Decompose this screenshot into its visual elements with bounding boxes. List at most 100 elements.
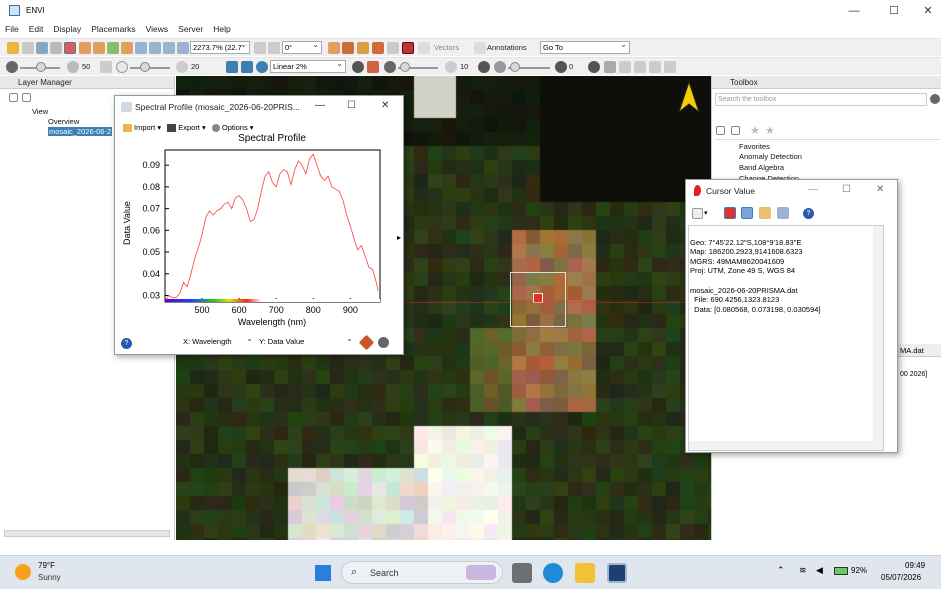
pencil-icon[interactable]: [358, 334, 375, 351]
transparency-slider-knob[interactable]: [510, 62, 520, 72]
zoom-fixed-icon[interactable]: [163, 42, 175, 54]
zoom-combo[interactable]: 2273.7% (22.7: [190, 41, 250, 54]
swipe-icon[interactable]: [634, 61, 646, 73]
toolbox-expand-icon[interactable]: [716, 126, 725, 135]
weather-temp[interactable]: 79°F: [38, 561, 55, 570]
vector-tool-icon[interactable]: [418, 42, 430, 54]
tree-view[interactable]: View: [32, 107, 48, 116]
layer-scrollbar[interactable]: [4, 530, 170, 537]
speaker-icon[interactable]: ◀: [816, 565, 823, 576]
brightness-reset-icon[interactable]: [67, 61, 79, 73]
copy-dropdown-arrow-icon[interactable]: ▾: [704, 209, 708, 217]
portal-icon[interactable]: [664, 61, 676, 73]
favorite-star-add-icon[interactable]: ★: [765, 124, 775, 137]
options-menu[interactable]: Options ▾: [211, 123, 254, 133]
blend-icon[interactable]: [649, 61, 661, 73]
envi-taskbar-icon[interactable]: [607, 563, 627, 583]
toolbox-item-favorites[interactable]: Favorites: [739, 142, 770, 151]
favorite-star-icon[interactable]: ★: [750, 124, 760, 137]
layers-icon[interactable]: [777, 207, 789, 219]
vectors-dropdown[interactable]: Vectors: [434, 43, 459, 52]
cursor-value-text-area[interactable]: Geo: 7°45'22.12"S,108°9'18.83"E Map: 1862…: [688, 225, 884, 451]
sharpen-slider-knob[interactable]: [400, 62, 410, 72]
tree-mosaic-layer[interactable]: mosaic_2026-06-2: [48, 127, 113, 136]
histogram-icon[interactable]: [367, 61, 379, 73]
menu-placemarks[interactable]: Placemarks: [86, 22, 140, 36]
pan-icon[interactable]: [50, 42, 62, 54]
menu-display[interactable]: Display: [48, 22, 86, 36]
fly-icon[interactable]: [107, 42, 119, 54]
clock-time[interactable]: 09:49: [905, 561, 925, 570]
cursor-minimize-button[interactable]: —: [808, 184, 818, 195]
rotate-ccw-icon[interactable]: [254, 42, 266, 54]
measure-icon[interactable]: [357, 42, 369, 54]
close-button[interactable]: ✕: [910, 2, 941, 20]
spectral-plot[interactable]: Spectral Profile Data Value Wavelength (…: [115, 132, 403, 332]
copy-icon[interactable]: [692, 208, 703, 219]
import-menu[interactable]: Import ▾: [123, 123, 161, 133]
cursor-value-icon[interactable]: [64, 42, 76, 54]
zoom-out-icon[interactable]: [149, 42, 161, 54]
edge-icon[interactable]: [543, 563, 563, 583]
menu-edit[interactable]: Edit: [24, 22, 49, 36]
maximize-button[interactable]: ☐: [876, 2, 912, 20]
minimize-button[interactable]: —: [836, 2, 872, 20]
globe-icon[interactable]: [256, 61, 268, 73]
menu-file[interactable]: File: [0, 22, 24, 36]
crosshair-toggle-icon[interactable]: [724, 207, 736, 219]
spectral-maximize-button[interactable]: ☐: [347, 100, 356, 111]
refresh-icon[interactable]: [352, 61, 364, 73]
toolbox-refresh-icon[interactable]: [930, 94, 940, 104]
toolbox-search-input[interactable]: Search the toolbox: [715, 93, 927, 106]
wifi-icon[interactable]: ≋: [799, 565, 807, 576]
reset-plot-icon[interactable]: [378, 337, 389, 348]
cursor-close-button[interactable]: ✕: [876, 184, 884, 195]
cursor-maximize-button[interactable]: ☐: [842, 184, 851, 195]
windows-start-icon[interactable]: [315, 565, 331, 581]
battery-icon[interactable]: [834, 567, 848, 575]
roi-icon[interactable]: [342, 42, 354, 54]
menu-help[interactable]: Help: [208, 22, 235, 36]
sharpen-reset-icon[interactable]: [445, 61, 457, 73]
toolbox-collapse-icon[interactable]: [731, 126, 740, 135]
cursor-v-scrollbar[interactable]: [873, 226, 883, 450]
zoom-box-icon[interactable]: [177, 42, 189, 54]
toolbox-item-band-algebra[interactable]: Band Algebra: [739, 163, 784, 172]
expand-all-icon[interactable]: [9, 93, 18, 102]
record-icon[interactable]: [402, 42, 414, 54]
x-axis-selector[interactable]: X: Wavelength: [181, 336, 255, 349]
refresh2-icon[interactable]: [478, 61, 490, 73]
spectral-profile-window[interactable]: Spectral Profile (mosaic_2026-06-20PRIS.…: [114, 95, 404, 355]
taskbar-search-box[interactable]: ⌕ Search: [341, 561, 503, 584]
zoom-in-icon[interactable]: [135, 42, 147, 54]
table-icon[interactable]: [759, 207, 771, 219]
rotation-combo[interactable]: 0°: [282, 41, 322, 54]
data-manager-icon[interactable]: [22, 42, 34, 54]
transparency-reset-icon[interactable]: [555, 61, 567, 73]
grid-icon[interactable]: [387, 42, 399, 54]
grid-toggle-icon[interactable]: [741, 207, 753, 219]
open-folder-icon[interactable]: [7, 42, 19, 54]
stretch-combo[interactable]: Linear 2%: [270, 60, 346, 73]
contrast-slider-knob[interactable]: [140, 62, 150, 72]
spectral-close-button[interactable]: ✕: [381, 100, 389, 111]
rotate-icon[interactable]: [121, 42, 133, 54]
cursor-h-scrollbar[interactable]: [689, 441, 875, 450]
cursor-value-window[interactable]: Cursor Value — ☐ ✕ ▾ ? Geo: 7°45'22.12"S…: [685, 179, 898, 453]
crosshair-icon[interactable]: [328, 42, 340, 54]
goto-combo[interactable]: Go To: [540, 41, 630, 54]
file-explorer-icon[interactable]: [575, 563, 595, 583]
annotation-tool-icon[interactable]: [372, 42, 384, 54]
full-extent-icon[interactable]: [241, 61, 253, 73]
contrast-slider-track[interactable]: [130, 67, 170, 69]
tray-chevron-icon[interactable]: ⌃: [777, 565, 785, 576]
hand-icon[interactable]: [93, 42, 105, 54]
cursor-help-icon[interactable]: ?: [803, 208, 814, 219]
annotations-dropdown[interactable]: Annotations: [487, 43, 527, 52]
select-icon[interactable]: [79, 42, 91, 54]
brightness-slider-knob[interactable]: [36, 62, 46, 72]
battery-percent[interactable]: 92%: [851, 566, 867, 575]
weather-desc[interactable]: Sunny: [38, 573, 61, 582]
side-expand-arrow-icon[interactable]: ▸: [397, 233, 401, 242]
tree-overview[interactable]: Overview: [48, 117, 79, 126]
